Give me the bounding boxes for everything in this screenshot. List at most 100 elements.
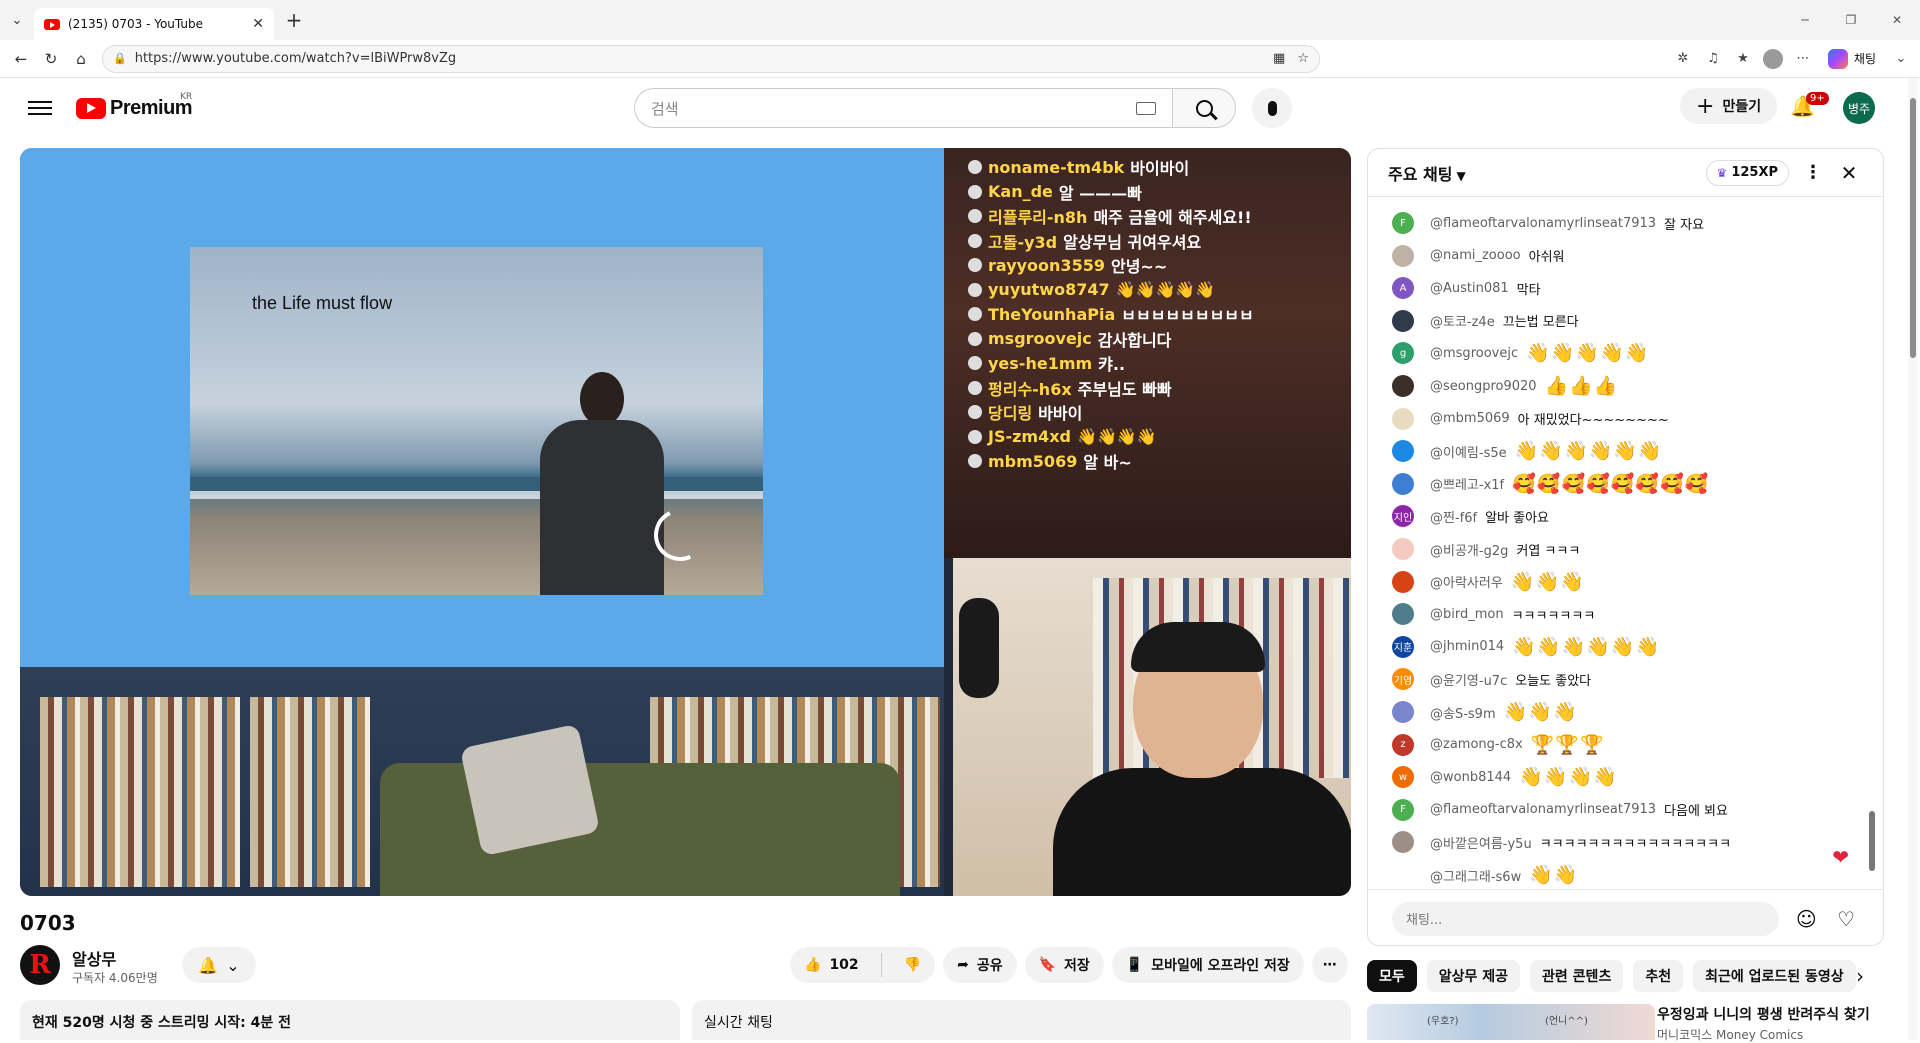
keyboard-icon[interactable] bbox=[1136, 101, 1156, 115]
channel-name[interactable]: 알상무 bbox=[72, 946, 116, 970]
chat-message[interactable]: w @wonb8144 👋👋👋👋 bbox=[1392, 765, 1618, 789]
chat-message[interactable]: @bird_mon ㅋㅋㅋㅋㅋㅋㅋ bbox=[1392, 602, 1595, 626]
create-button[interactable]: + 만들기 bbox=[1680, 88, 1778, 124]
chat-avatar[interactable]: F bbox=[1392, 798, 1414, 821]
chat-message[interactable]: @mbm5069 아 재밌었다~~~~~~~~ bbox=[1392, 407, 1669, 431]
chat-author[interactable]: @msgroovejc bbox=[1430, 346, 1518, 361]
chat-message[interactable]: g @msgroovejc 👋👋👋👋👋 bbox=[1392, 341, 1649, 365]
search-input[interactable]: 검색 bbox=[634, 88, 1172, 128]
chat-author[interactable]: @이예림-s5e bbox=[1430, 442, 1507, 461]
chat-avatar[interactable]: z bbox=[1392, 733, 1414, 756]
more-actions-button[interactable]: ⋯ bbox=[1311, 947, 1348, 983]
reload-button[interactable]: ↻ bbox=[36, 44, 66, 74]
chat-close-icon[interactable]: ✕ bbox=[1835, 161, 1863, 185]
chat-message-list[interactable]: F @flameoftarvalonamyrlinseat7913 잘 자요 @nam… bbox=[1368, 197, 1868, 889]
chat-message[interactable]: F @flameoftarvalonamyrlinseat7913 잘 자요 bbox=[1392, 211, 1704, 235]
search-button[interactable] bbox=[1172, 88, 1236, 128]
restore-icon[interactable]: ❐ bbox=[1828, 0, 1874, 40]
chat-message[interactable]: 기영 @윤기영-u7c 오늘도 좋았다 bbox=[1392, 667, 1591, 691]
chat-author[interactable]: @그래그래-s6w bbox=[1430, 866, 1521, 885]
chat-author[interactable]: @flameoftarvalonamyrlinseat7913 bbox=[1430, 216, 1656, 231]
chat-message[interactable]: @그래그래-s6w 👋👋 bbox=[1392, 863, 1579, 887]
chat-avatar[interactable] bbox=[1392, 309, 1414, 332]
youtube-logo[interactable]: Premium bbox=[76, 97, 193, 120]
chat-avatar[interactable]: 지훈 bbox=[1392, 635, 1414, 658]
close-window-icon[interactable]: ✕ bbox=[1874, 0, 1920, 40]
chat-avatar[interactable] bbox=[1392, 570, 1414, 593]
chat-avatar[interactable]: F bbox=[1392, 212, 1414, 234]
chat-avatar[interactable] bbox=[1392, 244, 1414, 267]
profile-icon[interactable] bbox=[1760, 46, 1786, 72]
new-tab-button[interactable]: + bbox=[278, 4, 310, 36]
chat-avatar[interactable]: 지인 bbox=[1392, 505, 1414, 528]
chat-author[interactable]: @zamong-c8x bbox=[1430, 737, 1523, 752]
channel-avatar[interactable]: R bbox=[20, 945, 60, 985]
chat-author[interactable]: @jhmin014 bbox=[1430, 639, 1504, 654]
chat-author[interactable]: @윤기영-u7c bbox=[1430, 670, 1507, 689]
chat-message[interactable]: @쁘레고-x1f 🥰🥰🥰🥰🥰🥰🥰🥰 bbox=[1392, 472, 1709, 496]
chat-avatar[interactable] bbox=[1392, 864, 1414, 886]
chat-message[interactable]: 지인 @찐-f6f 알바 좋아요 bbox=[1392, 504, 1549, 528]
chat-avatar[interactable]: A bbox=[1392, 277, 1414, 300]
reco-thumbnail[interactable]: (우호?) (언니^^) bbox=[1367, 1004, 1655, 1040]
chat-message[interactable]: @seongpro9020 👍👍👍 bbox=[1392, 374, 1619, 398]
page-scrollbar[interactable] bbox=[1908, 78, 1918, 1040]
offline-save-button[interactable]: 📱 모바일에 오프라인 저장 bbox=[1111, 947, 1304, 983]
save-button[interactable]: 🔖 저장 bbox=[1024, 947, 1104, 983]
account-avatar[interactable]: 병주 bbox=[1843, 92, 1875, 124]
chat-avatar[interactable] bbox=[1392, 472, 1414, 495]
chat-avatar[interactable] bbox=[1392, 701, 1414, 723]
chat-more-icon[interactable]: ⋮ bbox=[1799, 162, 1827, 183]
chat-scrollbar[interactable] bbox=[1869, 207, 1875, 887]
app-available-icon[interactable]: ▦ bbox=[1273, 51, 1285, 66]
chat-author[interactable]: @mbm5069 bbox=[1430, 411, 1510, 426]
extensions-icon[interactable]: ✲ bbox=[1670, 46, 1696, 72]
filter-chip[interactable]: 모두 bbox=[1367, 960, 1417, 992]
chat-avatar[interactable]: 기영 bbox=[1392, 668, 1414, 691]
chat-author[interactable]: @seongpro9020 bbox=[1430, 379, 1537, 394]
chat-author[interactable]: @Austin081 bbox=[1430, 281, 1509, 296]
description-box[interactable]: 현재 520명 시청 중 스트리밍 시작: 4분 전 bbox=[20, 1000, 680, 1040]
chat-author[interactable]: @비공개-g2g bbox=[1430, 540, 1508, 559]
site-info-icon[interactable]: 🔒 bbox=[113, 52, 127, 65]
reco-title[interactable]: 우정잉과 니니의 평생 반려주식 찾기 bbox=[1657, 1004, 1870, 1024]
more-menu-icon[interactable]: ⋯ bbox=[1790, 46, 1816, 72]
favorite-star-icon[interactable]: ☆ bbox=[1297, 51, 1309, 66]
chat-avatar[interactable] bbox=[1392, 407, 1414, 430]
chat-message[interactable]: @nami_zoooo 아쉬워 bbox=[1392, 244, 1565, 268]
chat-author[interactable]: @flameoftarvalonamyrlinseat7913 bbox=[1430, 802, 1656, 817]
copilot-button[interactable]: 채팅 bbox=[1820, 48, 1884, 69]
chevron-right-icon[interactable]: › bbox=[1848, 960, 1872, 992]
video-player[interactable]: the Life must flow noname-tm4bk 바이바이 Kan_d… bbox=[20, 148, 1351, 896]
chat-message[interactable]: 지훈 @jhmin014 👋👋👋👋👋👋 bbox=[1392, 635, 1660, 659]
chat-avatar[interactable] bbox=[1392, 375, 1414, 397]
chat-author[interactable]: @아락사러우 bbox=[1430, 572, 1503, 591]
chat-message[interactable]: @바깥은여름-y5u ㅋㅋㅋㅋㅋㅋㅋㅋㅋㅋㅋㅋㅋㅋㅋㅋ bbox=[1392, 830, 1731, 854]
home-button[interactable]: ⌂ bbox=[66, 44, 96, 74]
recommended-video[interactable]: (우호?) (언니^^) 우정잉과 니니의 평생 반려주식 찾기 머니코믹스 M… bbox=[1367, 1004, 1884, 1042]
chat-avatar[interactable] bbox=[1392, 603, 1414, 626]
chat-author[interactable]: @토코-z4e bbox=[1430, 311, 1495, 330]
back-button[interactable]: ← bbox=[6, 44, 36, 74]
sidebar-chevron-icon[interactable]: ⌄ bbox=[1888, 46, 1914, 72]
xp-badge[interactable]: ♛ 125XP bbox=[1705, 159, 1789, 186]
chat-avatar[interactable]: w bbox=[1392, 766, 1414, 789]
chat-author[interactable]: @bird_mon bbox=[1430, 607, 1504, 622]
tab-close-icon[interactable]: ✕ bbox=[252, 16, 264, 32]
chat-message[interactable]: F @flameoftarvalonamyrlinseat7913 다음에 뵈요 bbox=[1392, 798, 1728, 822]
chat-message[interactable]: @토코-z4e 끄는법 모른다 bbox=[1392, 309, 1579, 333]
chat-message[interactable]: @비공개-g2g 커엽 ㅋㅋㅋ bbox=[1392, 537, 1580, 561]
browser-tab-active[interactable]: (2135) 0703 - YouTube ✕ bbox=[34, 8, 274, 40]
chat-message[interactable]: @아락사러우 👋👋👋 bbox=[1392, 570, 1585, 594]
dislike-button[interactable]: 👎 bbox=[890, 947, 935, 983]
emoji-icon[interactable]: ☺ bbox=[1793, 906, 1819, 932]
heart-reaction-icon[interactable]: ♡ bbox=[1833, 906, 1859, 932]
chat-message[interactable]: @송S-s9m 👋👋👋 bbox=[1392, 700, 1578, 724]
minimize-icon[interactable]: ─ bbox=[1782, 0, 1828, 40]
chat-author[interactable]: @바깥은여름-y5u bbox=[1430, 833, 1532, 852]
chat-author[interactable]: @쁘레고-x1f bbox=[1430, 474, 1504, 493]
chat-author[interactable]: @찐-f6f bbox=[1430, 507, 1477, 526]
share-button[interactable]: ➦ 공유 bbox=[943, 947, 1017, 983]
address-bar[interactable]: 🔒 https://www.youtube.com/watch?v=lBiWPr… bbox=[102, 44, 1320, 73]
chat-input[interactable]: 채팅... bbox=[1392, 901, 1780, 936]
